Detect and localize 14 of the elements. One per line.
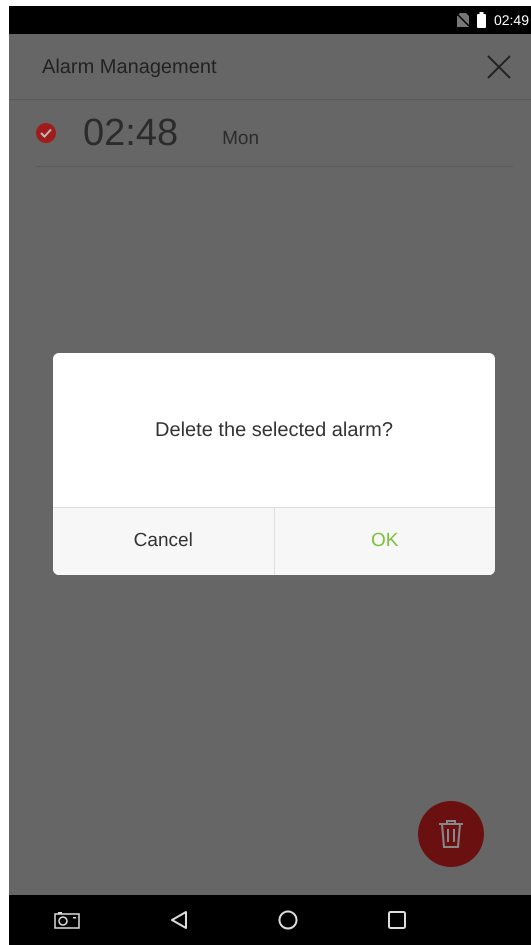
trash-icon (438, 819, 464, 849)
back-icon[interactable] (170, 910, 188, 930)
close-button[interactable] (487, 54, 511, 78)
battery-icon (476, 12, 486, 28)
home-icon[interactable] (278, 910, 298, 930)
recent-apps-icon[interactable] (388, 911, 406, 929)
screen-title: Alarm Management (42, 54, 217, 80)
cancel-button[interactable]: Cancel (53, 508, 274, 575)
status-time: 02:49 (494, 10, 529, 30)
camera-icon[interactable] (54, 911, 80, 929)
no-sim-icon (456, 13, 469, 27)
alarm-days: Mon (222, 124, 260, 154)
checked-icon[interactable] (36, 123, 56, 143)
alarm-time: 02:48 (83, 110, 178, 156)
